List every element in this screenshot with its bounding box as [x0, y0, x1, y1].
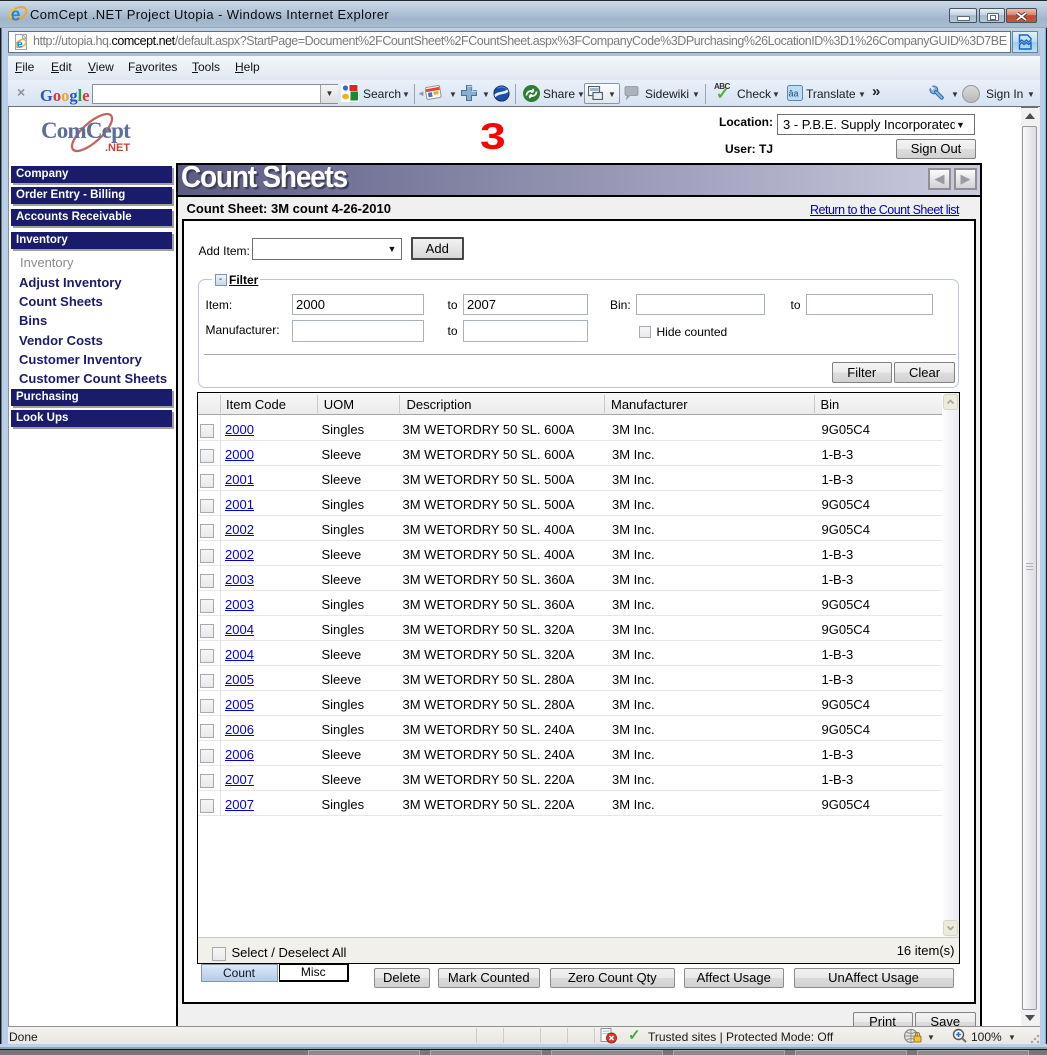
svg-text:e: e: [17, 39, 23, 51]
svg-text:e: e: [11, 5, 21, 25]
svg-text:âa: âa: [789, 89, 799, 99]
